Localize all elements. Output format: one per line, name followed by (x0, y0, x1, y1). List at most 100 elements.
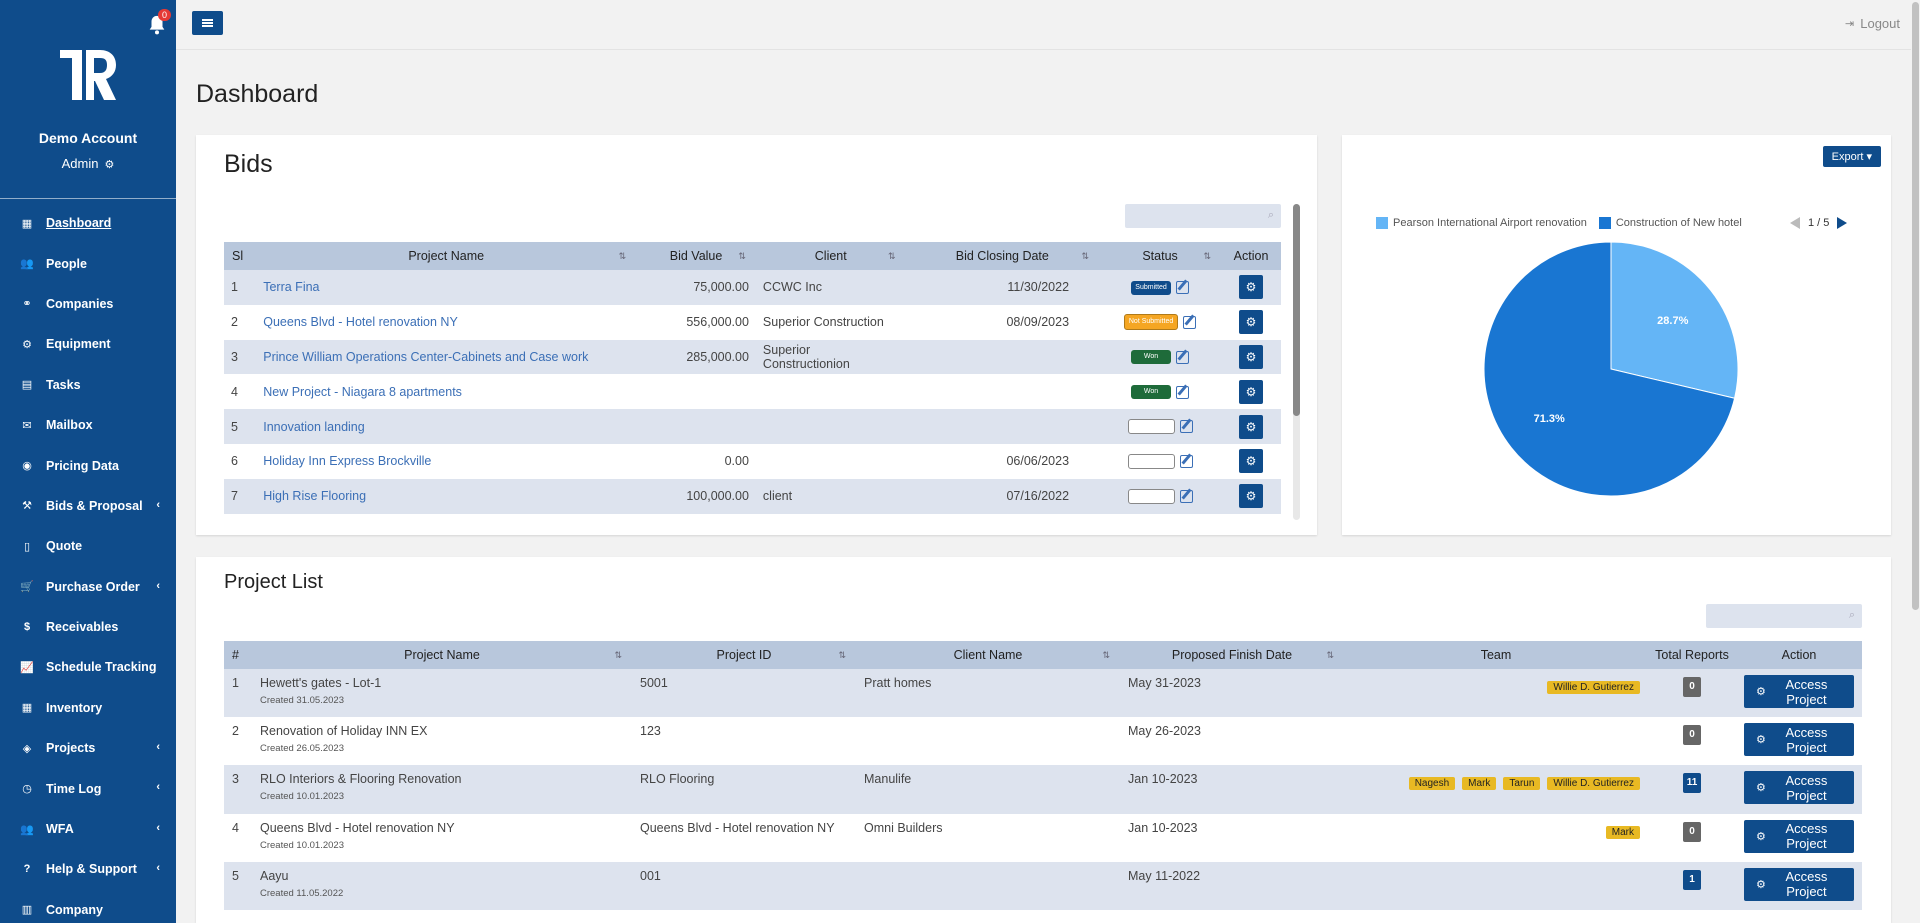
bid-project-link[interactable]: Innovation landing (263, 420, 364, 434)
sidebar-item-projects[interactable]: ◈ Projects ‹ (0, 728, 176, 768)
projects-col-number[interactable]: # (224, 641, 252, 669)
sort-icon[interactable]: ⇅ (619, 251, 627, 262)
status-empty-field[interactable] (1127, 488, 1175, 504)
column-label: Bid Closing Date (955, 249, 1049, 263)
bids-col-status[interactable]: Status ⇅ (1099, 242, 1222, 270)
action-gears-button[interactable]: ⚙ (1239, 414, 1264, 439)
bid-project-link[interactable]: Terra Fina (263, 280, 319, 294)
action-gears-button[interactable]: ⚙ (1239, 275, 1264, 300)
edit-icon[interactable] (1179, 420, 1193, 434)
settings-gear-icon[interactable]: ⚙ (104, 158, 114, 171)
bid-project-link[interactable]: Prince William Operations Center-Cabinet… (263, 350, 588, 364)
projects-col-proposed-finish-date[interactable]: Proposed Finish Date ⇅ (1120, 641, 1344, 669)
action-gears-button[interactable]: ⚙ (1239, 310, 1264, 335)
access-project-button[interactable]: ⚙ Access Project (1744, 723, 1854, 757)
sidebar-item-label: People (46, 256, 87, 271)
bids-col-action[interactable]: Action (1221, 242, 1281, 270)
sidebar-item-wfa[interactable]: 👥 WFA ‹ (0, 809, 176, 849)
sidebar-item-inventory[interactable]: ▦ Inventory (0, 688, 176, 728)
project-id: 5001 (632, 669, 856, 718)
sidebar-item-equipment[interactable]: ⚙ Equipment (0, 324, 176, 364)
sort-icon[interactable]: ⇅ (838, 650, 846, 661)
bids-col-bid-closing-date[interactable]: Bid Closing Date ⇅ (905, 242, 1100, 270)
page-scrollbar-thumb[interactable] (1912, 2, 1919, 610)
project-name-text[interactable]: RLO Interiors & Flooring Renovation (260, 772, 461, 786)
action-gears-button[interactable]: ⚙ (1239, 449, 1264, 474)
bids-scrollbar[interactable] (1293, 204, 1300, 520)
sidebar-item-mailbox[interactable]: ✉ Mailbox (0, 405, 176, 445)
logout-link[interactable]: ⇥ Logout (1845, 16, 1900, 31)
table-row: 3 RLO Interiors & Flooring Renovation Crea… (224, 765, 1862, 814)
sidebar-item-people[interactable]: 👥 People (0, 243, 176, 283)
projects-table-wrapper: # Project Name ⇅ Project ID ⇅ Client Name ⇅ Pro… (224, 641, 1862, 923)
team-member-tag: Willie D. Gutierrez (1547, 777, 1640, 791)
bid-project-link[interactable]: High Rise Flooring (263, 489, 366, 503)
sort-icon[interactable]: ⇅ (888, 251, 896, 262)
sidebar-item-company[interactable]: ▥ Company (0, 890, 176, 923)
sidebar-item-companies[interactable]: ⚭ Companies (0, 284, 176, 324)
sidebar-item-receivables[interactable]: $ Receivables (0, 607, 176, 647)
export-button[interactable]: Export ▾ (1822, 146, 1881, 167)
sidebar-item-quote[interactable]: ▯ Quote (0, 526, 176, 566)
bid-project-link[interactable]: Holiday Inn Express Brockville (263, 454, 431, 468)
bid-project-link[interactable]: New Project - Niagara 8 apartments (263, 385, 462, 399)
access-project-button[interactable]: ⚙ Access Project (1744, 819, 1854, 853)
access-project-button[interactable]: ⚙ Access Project (1744, 867, 1854, 901)
bids-col-bid-value[interactable]: Bid Value ⇅ (636, 242, 756, 270)
sort-icon[interactable]: ⇅ (1204, 251, 1212, 262)
notification-badge: 0 (158, 9, 172, 21)
sort-icon[interactable]: ⇅ (1081, 251, 1089, 262)
projects-col-team[interactable]: Team (1344, 641, 1648, 669)
edit-icon[interactable] (1179, 454, 1193, 468)
sidebar-item-help-support[interactable]: ? Help & Support ‹ (0, 849, 176, 889)
project-name-text[interactable]: Renovation of Holiday INN EX (260, 724, 427, 738)
bids-col-project-name[interactable]: Project Name ⇅ (256, 242, 637, 270)
project-name-text[interactable]: Queens Blvd - Hotel renovation NY (260, 821, 455, 835)
bids-scrollbar-thumb[interactable] (1293, 204, 1300, 416)
sidebar-item-dashboard[interactable]: ▦ Dashboard (0, 203, 176, 243)
action-gears-button[interactable]: ⚙ (1239, 344, 1264, 369)
status-empty-field[interactable] (1127, 419, 1175, 435)
action-gears-button[interactable]: ⚙ (1239, 484, 1264, 509)
projects-col-client-name[interactable]: Client Name ⇅ (856, 641, 1120, 669)
prev-page-icon[interactable] (1790, 217, 1800, 229)
projects-search-input[interactable]: ⌕ (1706, 604, 1862, 628)
projects-col-action[interactable]: Action (1736, 641, 1862, 669)
table-row: 6 Holiday Inn Express Brockville 0.00 06/06… (224, 443, 1281, 479)
action-gears-button[interactable]: ⚙ (1239, 379, 1264, 404)
legend-item[interactable]: Pearson International Airport renovation (1376, 217, 1587, 229)
sidebar-divider (0, 198, 176, 199)
projects-col-total-reports[interactable]: Total Reports (1648, 641, 1736, 669)
sort-icon[interactable]: ⇅ (1326, 650, 1334, 661)
project-name-text[interactable]: Aayu (260, 869, 289, 883)
access-project-button[interactable]: ⚙ Access Project (1744, 675, 1854, 708)
projects-col-project-id[interactable]: Project ID ⇅ (632, 641, 856, 669)
page-scrollbar[interactable] (1911, 0, 1920, 923)
next-page-icon[interactable] (1837, 217, 1848, 229)
projects-col-project-name[interactable]: Project Name ⇅ (252, 641, 632, 669)
edit-icon[interactable] (1183, 315, 1197, 329)
sidebar-item-purchase-order[interactable]: 🛒 Purchase Order ‹ (0, 567, 176, 607)
bids-col-client[interactable]: Client ⇅ (755, 242, 906, 270)
sidebar-item-tasks[interactable]: ▤ Tasks (0, 365, 176, 405)
edit-icon[interactable] (1176, 350, 1190, 364)
status-empty-field[interactable] (1127, 453, 1175, 469)
bids-col-sl[interactable]: Sl (224, 242, 257, 270)
project-name-text[interactable]: Hewett's gates - Lot-1 (260, 676, 381, 690)
sort-icon[interactable]: ⇅ (1102, 650, 1110, 661)
sidebar-item-pricing-data[interactable]: ◉ Pricing Data (0, 445, 176, 485)
bid-client (755, 443, 906, 479)
menu-toggle-button[interactable] (192, 11, 223, 35)
legend-item[interactable]: Construction of New hotel (1598, 217, 1742, 229)
sort-icon[interactable]: ⇅ (738, 251, 746, 262)
sidebar-item-bids-proposal[interactable]: ⚒ Bids & Proposal ‹ (0, 486, 176, 526)
sidebar-item-time-log[interactable]: ◷ Time Log ‹ (0, 768, 176, 808)
edit-icon[interactable] (1175, 281, 1189, 295)
bids-search-input[interactable]: ⌕ (1125, 204, 1281, 228)
edit-icon[interactable] (1179, 489, 1193, 503)
bid-project-link[interactable]: Queens Blvd - Hotel renovation NY (263, 315, 458, 329)
edit-icon[interactable] (1176, 385, 1190, 399)
access-project-button[interactable]: ⚙ Access Project (1744, 771, 1854, 805)
sort-icon[interactable]: ⇅ (614, 650, 622, 661)
sidebar-item-schedule-tracking[interactable]: 📈 Schedule Tracking (0, 647, 176, 687)
